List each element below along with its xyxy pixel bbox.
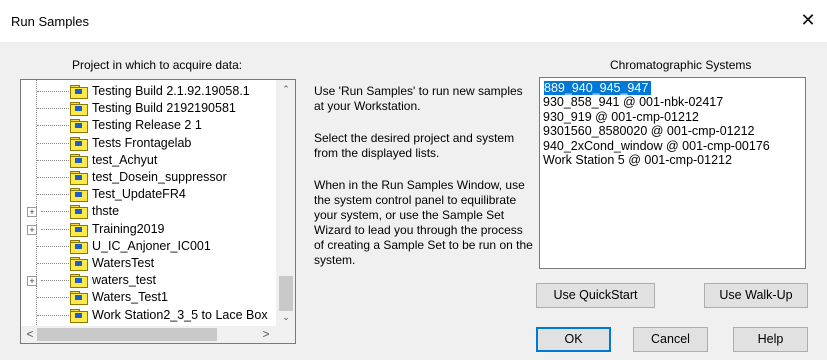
project-folder-icon [70, 291, 88, 306]
instruction-select: Select the desired project and system fr… [314, 131, 515, 160]
project-tree-item-label: Testing Build 2.1.92.19058.1 [92, 84, 250, 98]
project-folder-icon [70, 171, 88, 185]
horizontal-scroll-thumb[interactable] [37, 328, 217, 341]
system-list-item[interactable]: Work Station 5 @ 001-cmp-01212 [543, 153, 732, 167]
title-bar: Run Samples ✕ [0, 0, 827, 42]
ok-button[interactable]: OK [536, 327, 611, 352]
project-tree-item-label: Testing Release 2 1 [92, 118, 202, 133]
close-icon[interactable]: ✕ [797, 9, 819, 31]
project-tree-item[interactable]: + waters_test [21, 272, 277, 289]
project-folder-icon [70, 119, 88, 134]
project-folder-icon [70, 188, 88, 203]
system-list-item[interactable]: 940_2xCond_window @ 001-cmp-00176 [543, 139, 770, 153]
project-tree-rows: Testing Build 2.1.92.19058.1 Testing Buil… [21, 80, 277, 327]
project-tree-item[interactable]: WatersTest [21, 255, 277, 272]
project-tree-item[interactable]: Testing Release 2 1 [21, 117, 277, 134]
scroll-right-icon[interactable]: > [257, 327, 275, 341]
project-tree-item-label: test_Achyut [92, 152, 158, 167]
expand-icon[interactable]: + [27, 207, 37, 218]
instruction-window: When in the Run Samples Window, use the … [314, 178, 533, 267]
vertical-scroll-thumb[interactable] [279, 276, 293, 311]
project-folder-icon [70, 257, 88, 271]
project-tree-item[interactable]: test_Achyut [21, 152, 277, 169]
project-tree-item[interactable]: Waters_Test1 [21, 289, 277, 306]
expand-icon[interactable]: + [27, 224, 37, 235]
project-tree-item-label: Waters_Test1 [92, 290, 168, 305]
project-folder-icon [70, 274, 88, 289]
project-tree-item[interactable]: + Training2019 [21, 221, 277, 238]
project-tree[interactable]: Testing Build 2.1.92.19058.1 Testing Buil… [20, 79, 296, 344]
project-folder-icon [70, 308, 88, 323]
project-tree-item[interactable]: Tests Frontagelab [21, 135, 277, 152]
project-tree-item[interactable]: Testing Build 2.1.92.19058.1 [21, 83, 277, 100]
project-panel-label: Project in which to acquire data: [72, 58, 243, 72]
scroll-down-icon[interactable]: ⌄ [277, 312, 295, 323]
system-list-item[interactable]: 930_858_941 @ 001-nbk-02417 [543, 95, 723, 109]
project-folder-icon [70, 239, 88, 254]
help-button[interactable]: Help [733, 327, 808, 352]
instruction-run-samples: Use 'Run Samples' to run new samples at … [314, 84, 523, 113]
systems-panel-label: Chromatographic Systems [610, 58, 752, 72]
scrollbar-corner [277, 326, 295, 343]
project-tree-item[interactable]: U_IC_Anjoner_IC001 [21, 238, 277, 255]
vertical-scrollbar[interactable]: ⌃ ⌄ [276, 80, 295, 327]
system-list-item[interactable]: 889_940_945_947 [544, 81, 652, 95]
project-tree-item-label: U_IC_Anjoner_IC001 [92, 238, 211, 253]
use-walkup-button[interactable]: Use Walk-Up [704, 283, 808, 308]
project-folder-icon [70, 102, 88, 117]
project-tree-item[interactable]: Work Station2_3_5 to Lace Box [21, 307, 277, 324]
project-tree-item-label: Test_UpdateFR4 [92, 187, 186, 202]
expand-icon[interactable]: + [27, 276, 37, 287]
project-folder-icon [70, 85, 88, 99]
project-tree-item-label: Tests Frontagelab [92, 135, 192, 150]
project-tree-item-label: Testing Build 2192190581 [92, 101, 236, 116]
systems-listbox[interactable]: 889_940_945_947 930_858_941 @ 001-nbk-024… [539, 77, 806, 269]
project-tree-item[interactable]: Testing Build 2192190581 [21, 100, 277, 117]
project-folder-icon [70, 222, 88, 237]
use-quickstart-button[interactable]: Use QuickStart [536, 283, 655, 308]
project-folder-icon [70, 153, 88, 168]
project-tree-item-label: WatersTest [92, 256, 155, 270]
system-list-item[interactable]: 9301560_8580020 @ 001-cmp-01212 [543, 124, 754, 138]
project-tree-item-label: Work Station2_3_5 to Lace Box [92, 307, 268, 322]
system-list-item[interactable]: 930_919 @ 001-cmp-01212 [543, 110, 699, 124]
project-tree-item-label: thste [92, 204, 120, 219]
scroll-up-icon[interactable]: ⌃ [277, 84, 295, 95]
cancel-button[interactable]: Cancel [633, 327, 708, 352]
project-folder-icon [70, 136, 88, 151]
project-tree-item[interactable]: + thste [21, 203, 277, 220]
project-tree-item-label: waters_test [92, 273, 156, 288]
project-tree-item[interactable]: Test_UpdateFR4 [21, 186, 277, 203]
horizontal-scrollbar[interactable]: < > [21, 326, 277, 343]
window-title: Run Samples [11, 14, 90, 29]
project-tree-item-label: test_Dosein_suppressor [92, 170, 227, 184]
project-tree-item-label: Training2019 [92, 221, 165, 236]
project-tree-item[interactable]: test_Dosein_suppressor [21, 169, 277, 186]
run-samples-dialog: Run Samples ✕ Project in which to acquir… [0, 0, 827, 360]
project-folder-icon [70, 205, 88, 220]
